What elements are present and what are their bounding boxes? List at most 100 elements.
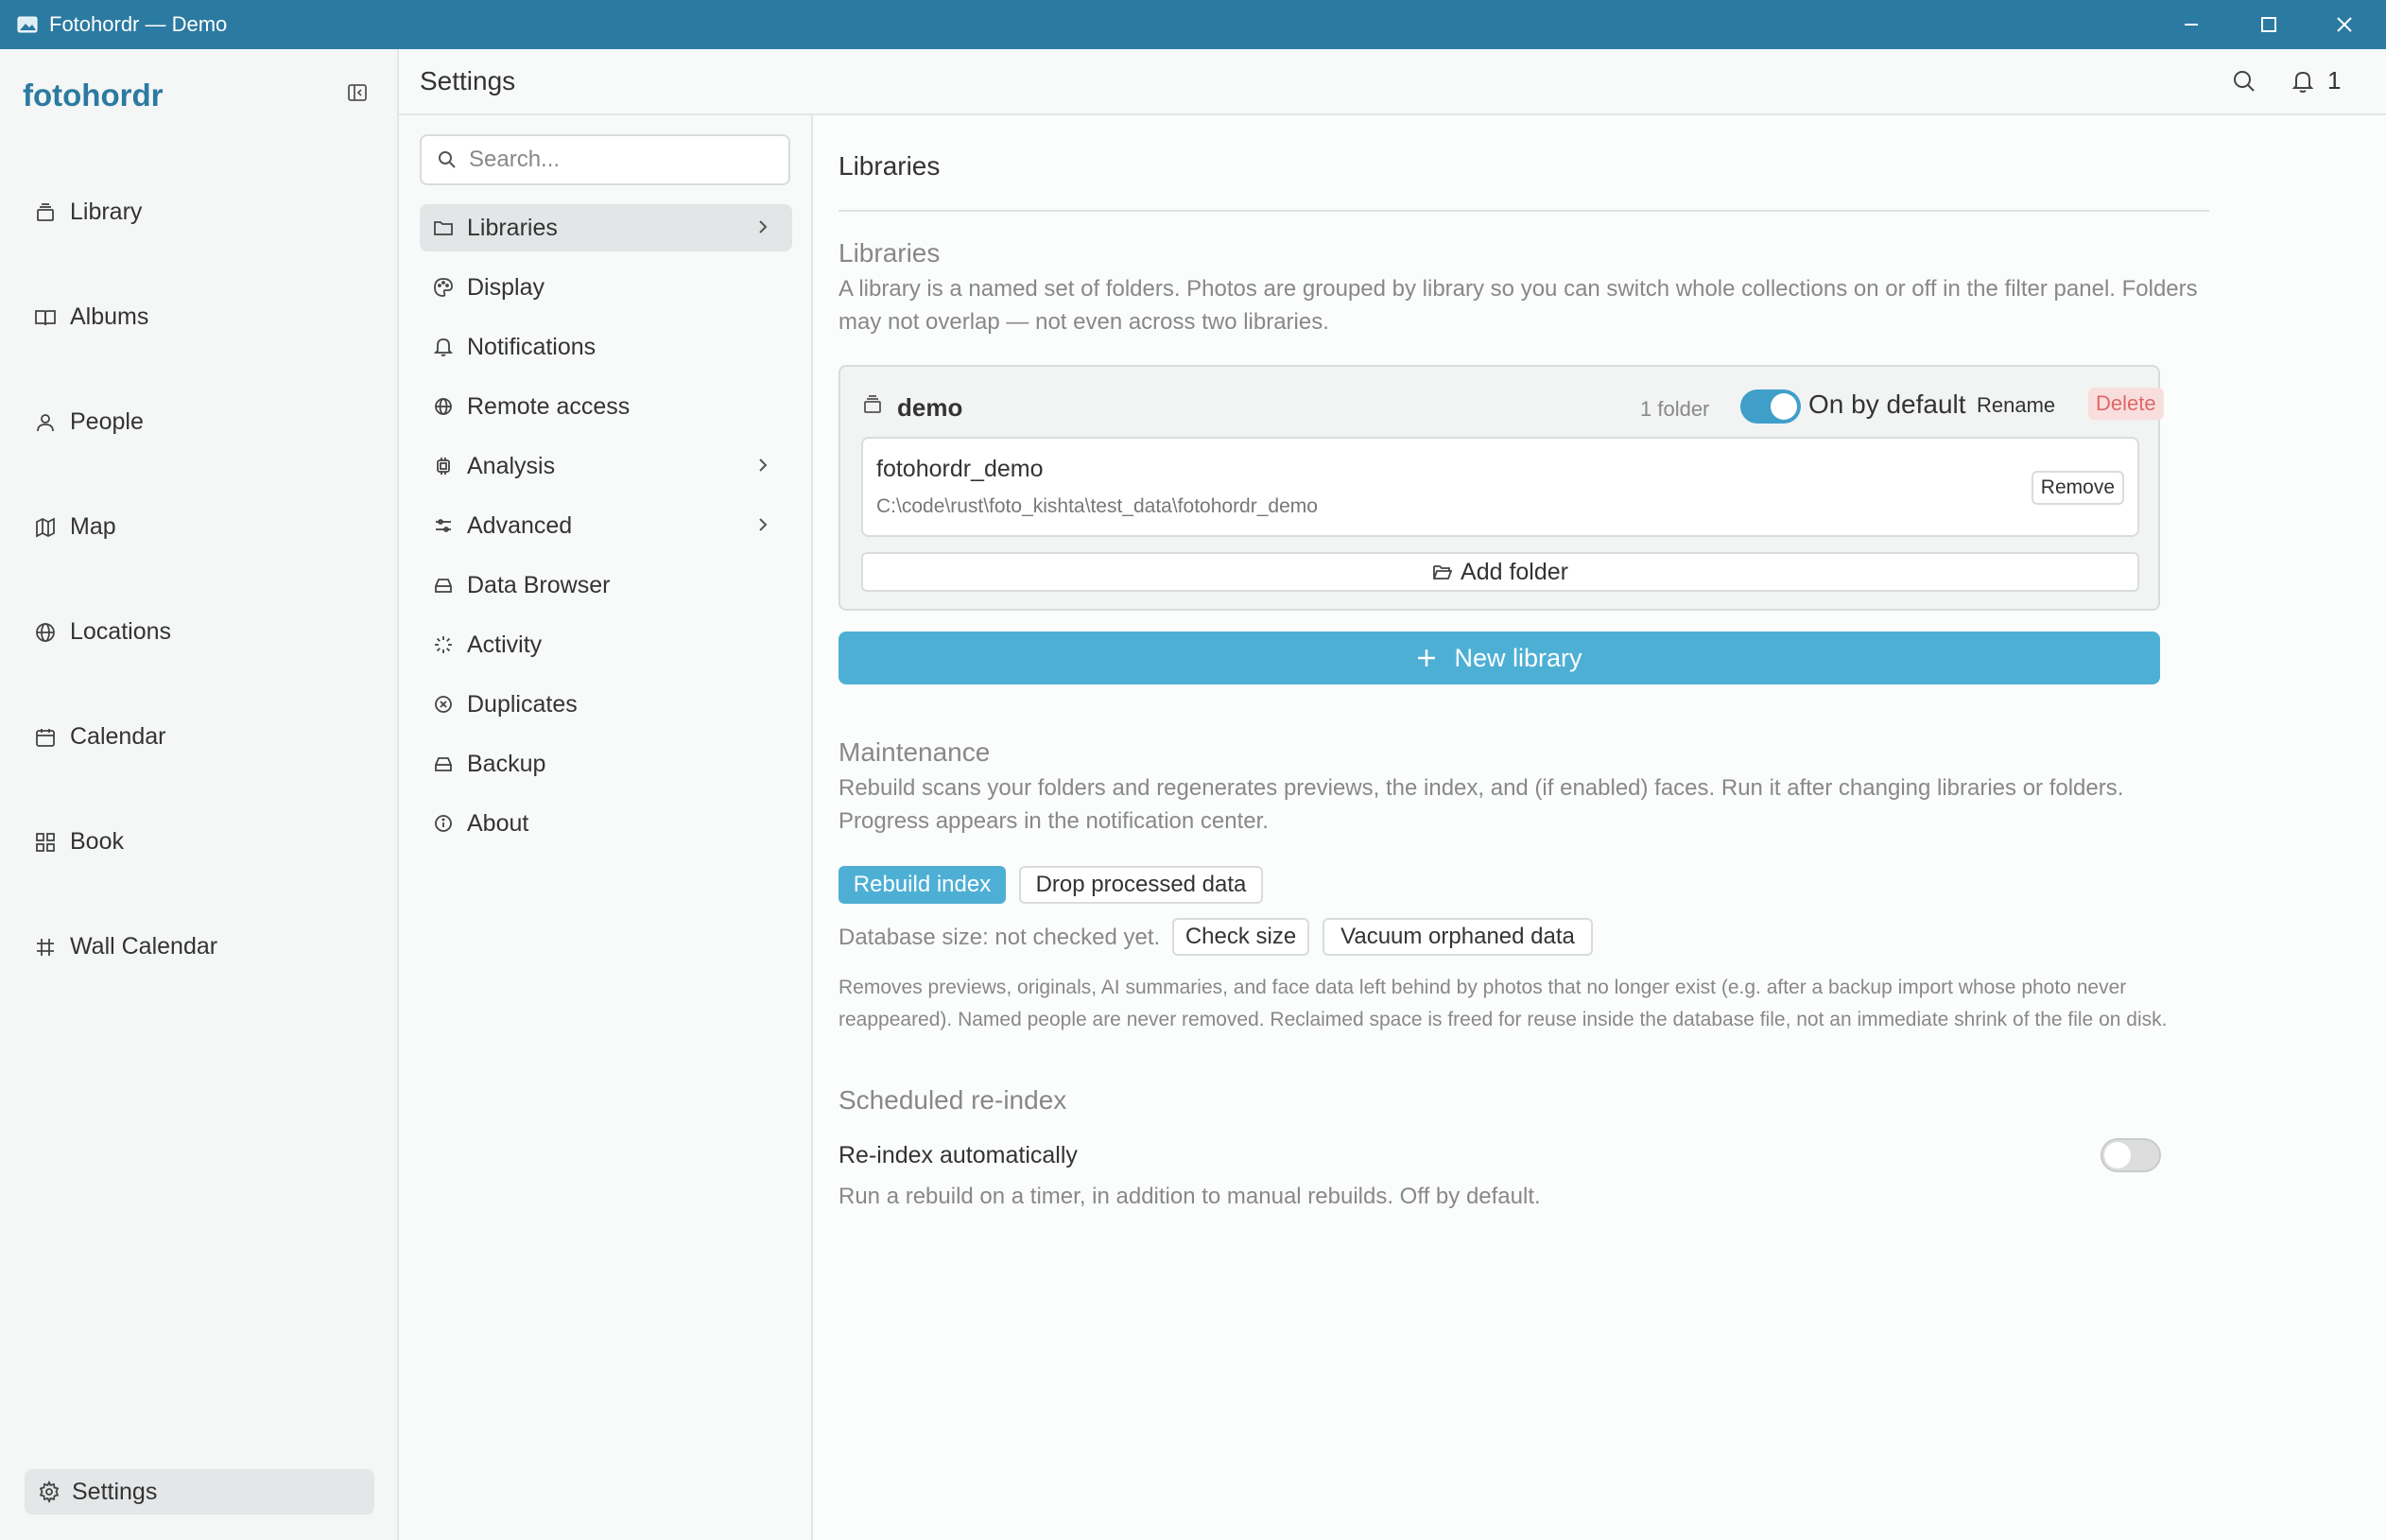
settings-nav-libraries[interactable]: Libraries	[420, 204, 792, 251]
settings-nav-label: Analysis	[467, 452, 556, 479]
new-library-label: New library	[1454, 643, 1582, 672]
sidebar-item-label: Book	[70, 828, 124, 855]
cpu-icon	[437, 458, 450, 475]
settings-nav-label: Activity	[467, 631, 543, 658]
settings-nav-label: About	[467, 809, 529, 837]
reindex-description: Run a rebuild on a timer, in addition to…	[839, 1184, 1541, 1209]
settings-nav-label: Backup	[467, 750, 546, 777]
settings-nav-about[interactable]: About	[420, 800, 792, 847]
sidebar-item-albums[interactable]: Albums	[34, 303, 148, 331]
settings-nav-label: Duplicates	[467, 690, 578, 718]
settings-nav: Libraries Display Notifications Remote a…	[399, 115, 813, 1540]
libraries-description: A library is a named set of folders. Pho…	[839, 276, 2198, 335]
hard-drive-icon	[435, 579, 452, 593]
folder-icon	[434, 221, 453, 235]
vacuum-orphaned-data-button[interactable]: Vacuum orphaned data	[1323, 918, 1593, 956]
search-input[interactable]	[467, 146, 773, 174]
settings-nav-advanced[interactable]: Advanced	[420, 502, 792, 549]
default-label: On by default	[1808, 389, 1966, 419]
loader-icon	[435, 636, 452, 653]
remove-folder-button[interactable]: Remove	[2031, 471, 2124, 505]
title-bar: Fotohordr — Demo	[0, 0, 2386, 49]
toggle-knob	[1771, 393, 1797, 420]
libraries-section-title: Libraries	[839, 238, 941, 268]
library-card: demo 1 folder On by default Rename Delet…	[839, 365, 2164, 611]
sidebar-item-locations[interactable]: Locations	[34, 618, 171, 646]
check-size-button[interactable]: Check size	[1172, 918, 1309, 956]
settings-nav-label: Display	[467, 273, 545, 301]
folder-path: C:\code\rust\foto_kishta\test_data\fotoh…	[876, 495, 1318, 517]
maintenance-description: Rebuild scans your folders and regenerat…	[839, 775, 2124, 834]
brand-logo: fotohordr	[23, 78, 164, 112]
header: Settings 1	[399, 49, 2386, 115]
folder-count: 1 folder	[1640, 397, 1710, 421]
settings-nav-data-browser[interactable]: Data Browser	[420, 562, 792, 609]
sidebar-item-library[interactable]: Library	[34, 199, 142, 226]
app-icon	[17, 16, 38, 33]
info-icon	[435, 815, 452, 832]
close-icon	[2337, 17, 2352, 32]
scheduled-section-title: Scheduled re-index	[839, 1085, 1067, 1115]
add-folder-label: Add folder	[1461, 558, 1568, 585]
sidebar-item-book[interactable]: Book	[34, 828, 124, 856]
reindex-label: Re-index automatically	[839, 1142, 1078, 1168]
settings-nav-notifications[interactable]: Notifications	[420, 323, 792, 371]
sidebar-item-settings[interactable]: Settings	[25, 1469, 374, 1514]
plus-icon	[1418, 649, 1436, 666]
hard-drive-icon	[435, 757, 452, 771]
settings-content: Libraries Libraries A library is a named…	[813, 115, 2386, 1540]
sidebar-item-label: Locations	[70, 618, 172, 645]
sidebar: fotohordr Library Albums People Map Loca…	[0, 49, 399, 1540]
folder-open-icon	[1433, 565, 1453, 580]
drop-processed-data-button[interactable]: Drop processed data	[1019, 866, 1263, 904]
sidebar-item-map[interactable]: Map	[34, 513, 116, 541]
folder-name: fotohordr_demo	[876, 456, 1044, 482]
search-icon	[439, 151, 456, 168]
settings-nav-activity[interactable]: Activity	[420, 621, 792, 668]
settings-nav-remote-access[interactable]: Remote access	[420, 383, 792, 430]
globe-icon	[36, 622, 55, 642]
sidebar-item-people[interactable]: People	[34, 408, 144, 436]
sidebar-item-label: Calendar	[70, 723, 166, 750]
hash-icon	[37, 938, 54, 956]
sidebar-item-label: Wall Calendar	[70, 933, 218, 960]
settings-nav-backup[interactable]: Backup	[420, 740, 792, 787]
content-title: Libraries	[839, 151, 941, 181]
x-circle-icon	[435, 696, 452, 713]
bell-icon	[433, 338, 454, 356]
settings-nav-duplicates[interactable]: Duplicates	[420, 681, 792, 728]
settings-nav-display[interactable]: Display	[420, 264, 792, 311]
toggle-knob	[2104, 1142, 2131, 1168]
sidebar-item-wall-calendar[interactable]: Wall Calendar	[34, 933, 217, 960]
sidebar-item-calendar[interactable]: Calendar	[34, 723, 165, 751]
settings-search[interactable]	[420, 134, 790, 185]
database-size-status: Database size: not checked yet.	[839, 925, 1161, 950]
minimize-button[interactable]	[2153, 0, 2229, 49]
sidebar-item-label: Library	[70, 199, 143, 225]
delete-button[interactable]: Delete	[2088, 388, 2164, 420]
settings-nav-label: Notifications	[467, 333, 596, 360]
collapse-sidebar-icon[interactable]	[346, 81, 369, 104]
search-icon[interactable]	[2231, 68, 2257, 95]
default-toggle[interactable]	[1740, 389, 1801, 424]
reindex-toggle[interactable]	[2101, 1138, 2161, 1172]
rename-button[interactable]: Rename	[1977, 393, 2055, 418]
maximize-button[interactable]	[2231, 0, 2307, 49]
sidebar-item-label: Settings	[72, 1478, 158, 1505]
close-button[interactable]	[2307, 0, 2382, 49]
divider	[839, 210, 2209, 212]
notifications-button[interactable]: 1	[2290, 66, 2341, 95]
grid-icon	[36, 832, 55, 852]
sidebar-item-label: Albums	[70, 303, 149, 330]
settings-nav-analysis[interactable]: Analysis	[420, 442, 792, 490]
library-icon	[864, 395, 881, 413]
maintenance-section-title: Maintenance	[839, 737, 991, 767]
palette-icon	[434, 278, 453, 297]
page-title: Settings	[420, 66, 516, 95]
chevron-right-icon	[759, 220, 768, 234]
window-title: Fotohordr — Demo	[49, 12, 228, 36]
add-folder-button[interactable]: Add folder	[861, 552, 2139, 592]
new-library-button[interactable]: New library	[839, 632, 2160, 684]
rebuild-index-button[interactable]: Rebuild index	[839, 866, 1006, 904]
globe-icon	[435, 398, 452, 415]
